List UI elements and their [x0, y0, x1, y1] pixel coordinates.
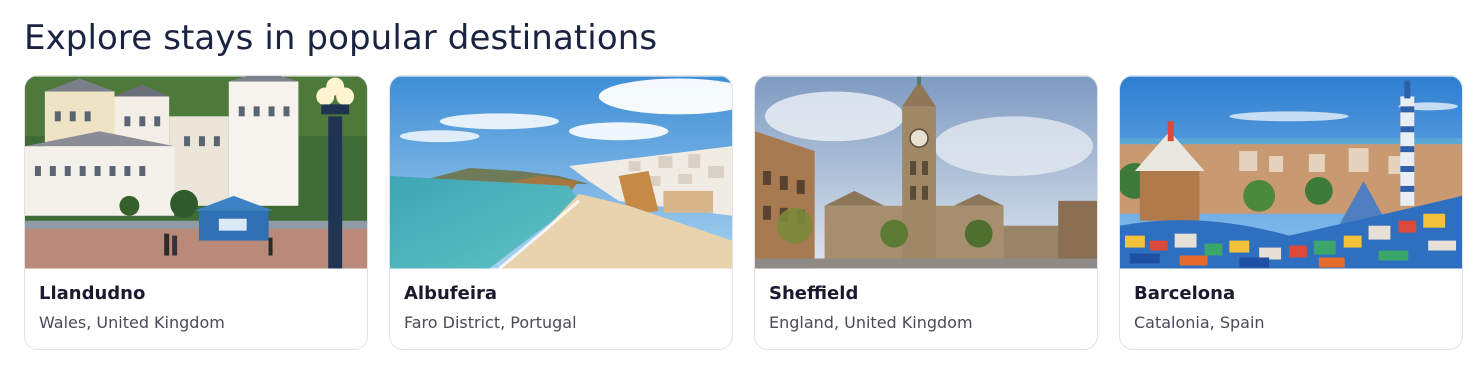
destination-region: England, United Kingdom [769, 313, 973, 332]
destination-cards: Llandudno Wales, United Kingdom Albufeir… [24, 75, 1463, 350]
albufeira-photo [390, 76, 732, 269]
destination-city: Llandudno [39, 283, 146, 304]
destinations-section: Explore stays in popular destinations Ll… [0, 0, 1474, 369]
sheffield-photo [755, 76, 1097, 269]
destination-card-albufeira[interactable]: Albufeira Faro District, Portugal [389, 75, 733, 350]
destination-card-barcelona[interactable]: Barcelona Catalonia, Spain [1119, 75, 1463, 350]
destination-region: Catalonia, Spain [1134, 313, 1265, 332]
destination-city: Sheffield [769, 283, 859, 304]
llandudno-photo [25, 76, 367, 269]
destination-city: Barcelona [1134, 283, 1236, 304]
barcelona-photo [1120, 76, 1462, 269]
destination-card-llandudno[interactable]: Llandudno Wales, United Kingdom [24, 75, 368, 350]
destination-region: Wales, United Kingdom [39, 313, 225, 332]
destination-city: Albufeira [404, 283, 498, 304]
destination-region: Faro District, Portugal [404, 313, 577, 332]
section-title: Explore stays in popular destinations [24, 18, 658, 58]
destination-card-sheffield[interactable]: Sheffield England, United Kingdom [754, 75, 1098, 350]
